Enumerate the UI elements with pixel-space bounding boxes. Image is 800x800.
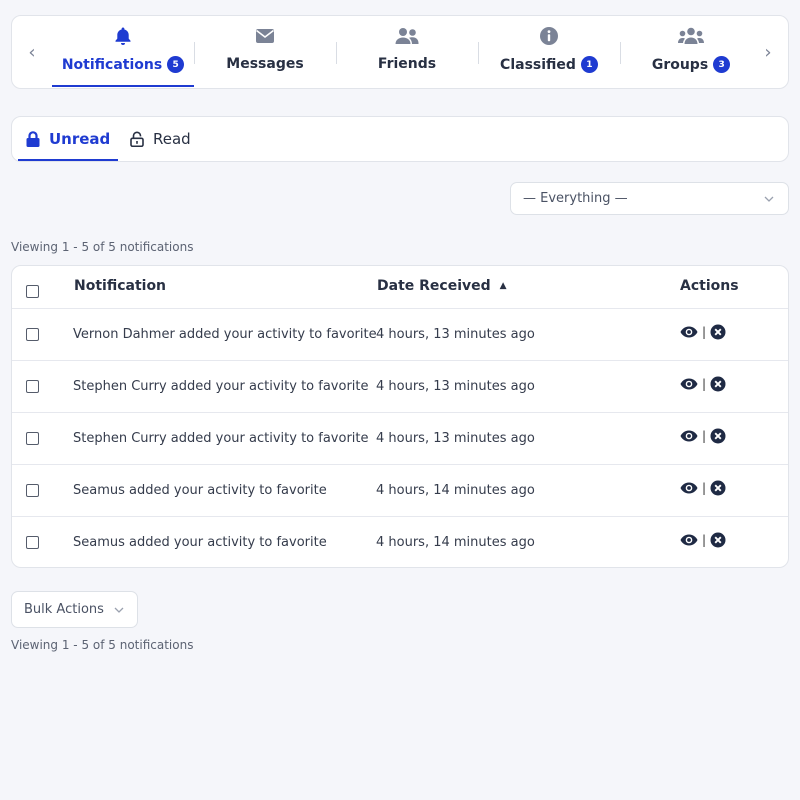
action-separator: | bbox=[702, 533, 707, 547]
notifications-table: Notification Date Received ▲ Actions Ver… bbox=[11, 265, 789, 568]
groups-count-badge: 3 bbox=[713, 56, 731, 73]
date-received: 4 hours, 13 minutes ago bbox=[376, 379, 535, 394]
table-header-row: Notification Date Received ▲ Actions bbox=[12, 266, 788, 308]
notification-text[interactable]: Vernon Dahmer added your activity to fav… bbox=[73, 327, 377, 342]
users-icon bbox=[678, 25, 704, 47]
row-select-checkbox[interactable] bbox=[26, 328, 39, 341]
notification-text[interactable]: Seamus added your activity to favorite bbox=[73, 535, 327, 550]
tab-messages[interactable]: Messages bbox=[194, 16, 336, 88]
eye-icon[interactable] bbox=[680, 482, 698, 494]
eye-icon[interactable] bbox=[680, 430, 698, 442]
eye-icon[interactable] bbox=[680, 326, 698, 338]
delete-icon[interactable] bbox=[710, 376, 726, 392]
chevron-down-icon bbox=[114, 603, 124, 616]
tab-classified-label: Classified bbox=[500, 56, 576, 73]
notification-type-filter[interactable]: — Everything — bbox=[510, 182, 789, 215]
tab-messages-label: Messages bbox=[226, 56, 304, 72]
row-actions: | bbox=[680, 532, 726, 548]
column-header-actions: Actions bbox=[680, 278, 739, 294]
action-separator: | bbox=[702, 325, 707, 339]
eye-icon[interactable] bbox=[680, 378, 698, 390]
notification-text[interactable]: Seamus added your activity to favorite bbox=[73, 483, 327, 498]
bulk-actions-select[interactable]: Bulk Actions bbox=[11, 591, 138, 628]
tab-groups-label: Groups bbox=[651, 56, 709, 73]
chevron-right-icon: › bbox=[764, 41, 772, 63]
notification-text[interactable]: Stephen Curry added your activity to fav… bbox=[73, 431, 369, 446]
tab-friends[interactable]: Friends bbox=[336, 16, 478, 88]
table-row: Stephen Curry added your activity to fav… bbox=[12, 360, 788, 412]
bell-icon bbox=[114, 25, 132, 47]
tab-groups[interactable]: Groups 3 bbox=[620, 16, 762, 88]
row-actions: | bbox=[680, 376, 726, 392]
tab-notifications-label: Notifications bbox=[61, 56, 163, 73]
bulk-actions-label: Bulk Actions bbox=[24, 602, 104, 617]
user-friends-icon bbox=[395, 25, 419, 47]
table-row: Stephen Curry added your activity to fav… bbox=[12, 412, 788, 464]
tab-unread[interactable]: Unread bbox=[17, 117, 119, 161]
action-separator: | bbox=[702, 481, 707, 495]
row-actions: | bbox=[680, 324, 726, 340]
chevron-down-icon bbox=[764, 192, 774, 205]
action-separator: | bbox=[702, 429, 707, 443]
filter-selected-value: — Everything — bbox=[523, 191, 628, 206]
tab-unread-label: Unread bbox=[49, 130, 111, 148]
table-row: Vernon Dahmer added your activity to fav… bbox=[12, 308, 788, 360]
row-actions: | bbox=[680, 428, 726, 444]
date-received: 4 hours, 13 minutes ago bbox=[376, 327, 535, 342]
tab-classified[interactable]: Classified 1 bbox=[478, 16, 620, 88]
action-separator: | bbox=[702, 377, 707, 391]
row-actions: | bbox=[680, 480, 726, 496]
column-header-date-label: Date Received bbox=[377, 278, 491, 294]
tab-read-label: Read bbox=[153, 130, 191, 148]
unlock-icon bbox=[130, 131, 144, 147]
delete-icon[interactable] bbox=[710, 324, 726, 340]
lock-icon bbox=[26, 131, 40, 147]
column-header-date-received[interactable]: Date Received ▲ bbox=[377, 278, 507, 294]
delete-icon[interactable] bbox=[710, 532, 726, 548]
date-received: 4 hours, 14 minutes ago bbox=[376, 535, 535, 550]
notifications-nav: ‹ Notifications 5 Messages Friends Class… bbox=[11, 15, 789, 89]
select-all-checkbox[interactable] bbox=[26, 285, 39, 298]
envelope-icon bbox=[255, 25, 275, 47]
table-row: Seamus added your activity to favorite 4 … bbox=[12, 516, 788, 567]
tab-friends-label: Friends bbox=[377, 56, 437, 72]
sort-ascending-icon: ▲ bbox=[499, 281, 507, 291]
pagination-count-top: Viewing 1 - 5 of 5 notifications bbox=[11, 240, 194, 254]
delete-icon[interactable] bbox=[710, 428, 726, 444]
tab-read[interactable]: Read bbox=[130, 117, 191, 161]
eye-icon[interactable] bbox=[680, 534, 698, 546]
tab-notifications[interactable]: Notifications 5 bbox=[52, 16, 194, 88]
row-select-checkbox[interactable] bbox=[26, 484, 39, 497]
row-select-checkbox[interactable] bbox=[26, 536, 39, 549]
classified-count-badge: 1 bbox=[580, 56, 598, 73]
nav-next-button[interactable]: › bbox=[748, 16, 788, 88]
delete-icon[interactable] bbox=[710, 480, 726, 496]
read-status-tabs: Unread Read bbox=[11, 116, 789, 162]
row-select-checkbox[interactable] bbox=[26, 380, 39, 393]
nav-prev-button[interactable]: ‹ bbox=[12, 16, 52, 88]
column-header-notification[interactable]: Notification bbox=[74, 278, 166, 294]
chevron-left-icon: ‹ bbox=[28, 41, 36, 63]
notification-text[interactable]: Stephen Curry added your activity to fav… bbox=[73, 379, 369, 394]
table-row: Seamus added your activity to favorite 4 … bbox=[12, 464, 788, 516]
pagination-count-bottom: Viewing 1 - 5 of 5 notifications bbox=[11, 638, 194, 652]
date-received: 4 hours, 14 minutes ago bbox=[376, 483, 535, 498]
notifications-count-badge: 5 bbox=[167, 56, 185, 73]
date-received: 4 hours, 13 minutes ago bbox=[376, 431, 535, 446]
row-select-checkbox[interactable] bbox=[26, 432, 39, 445]
info-circle-icon bbox=[539, 25, 559, 47]
